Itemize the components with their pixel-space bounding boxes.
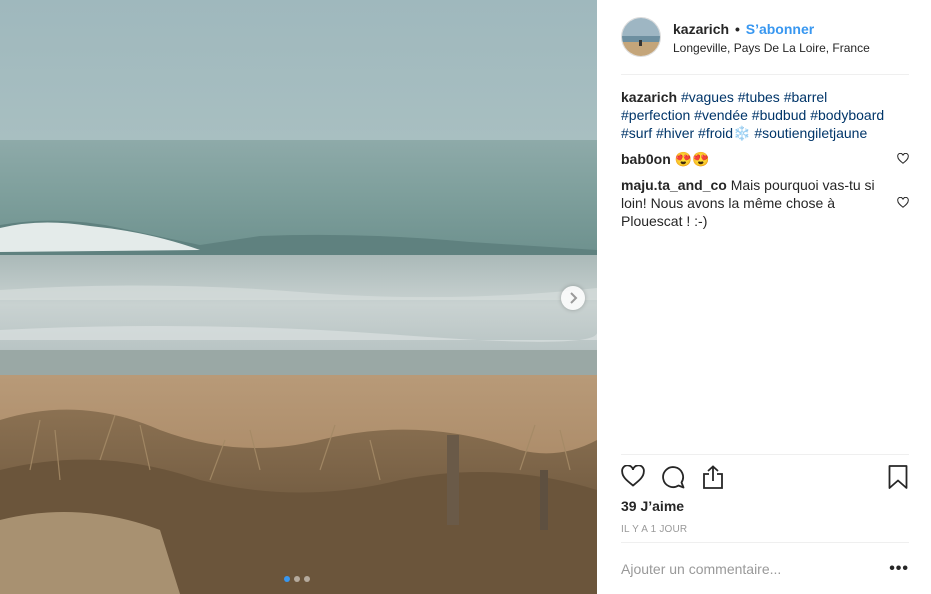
- hashtag[interactable]: #bodyboard: [810, 107, 884, 123]
- hashtag[interactable]: #vendée: [694, 107, 748, 123]
- more-options-button[interactable]: •••: [889, 561, 909, 577]
- bookmark-icon[interactable]: [888, 465, 908, 489]
- post-header: kazarich • S’abonner Longeville, Pays De…: [621, 17, 909, 75]
- heart-icon[interactable]: [621, 465, 645, 487]
- post-side-panel: kazarich • S’abonner Longeville, Pays De…: [597, 0, 931, 594]
- add-comment-bar: •••: [621, 542, 909, 594]
- hashtag[interactable]: #tubes: [738, 89, 780, 105]
- comment-like-heart-icon[interactable]: [897, 153, 909, 164]
- hashtag[interactable]: #soutiengiletjaune: [754, 125, 867, 141]
- carousel-indicator: [284, 576, 310, 582]
- comment-author[interactable]: maju.ta_and_co: [621, 177, 727, 193]
- carousel-dot: [304, 576, 310, 582]
- comments-list: kazarich #vagues #tubes #barrel #perfect…: [621, 88, 909, 238]
- hashtag[interactable]: #hiver: [656, 125, 694, 141]
- header-separator: •: [734, 21, 740, 37]
- share-icon[interactable]: [701, 465, 725, 489]
- action-bar: [621, 454, 909, 499]
- carousel-dot-active: [284, 576, 290, 582]
- comment-bubble-icon[interactable]: [661, 465, 685, 489]
- comment-text: 😍😍: [674, 151, 710, 167]
- hashtag[interactable]: #barrel: [784, 89, 828, 105]
- comment-item: maju.ta_and_co Mais pourquoi vas-tu si l…: [621, 176, 909, 230]
- post-timestamp: IL Y A 1 JOUR: [621, 524, 688, 535]
- comment-like-heart-icon[interactable]: [897, 197, 909, 208]
- hashtag[interactable]: #perfection: [621, 107, 690, 123]
- follow-button[interactable]: S’abonner: [746, 21, 814, 37]
- carousel-next-button[interactable]: [561, 286, 585, 310]
- post-location[interactable]: Longeville, Pays De La Loire, France: [673, 41, 870, 55]
- like-count[interactable]: 39 J’aime: [621, 498, 684, 514]
- post-username[interactable]: kazarich: [673, 21, 729, 37]
- beach-wave-photo: [0, 0, 597, 594]
- post-photo[interactable]: [0, 0, 597, 594]
- avatar[interactable]: [621, 17, 661, 57]
- hashtag[interactable]: #budbud: [752, 107, 807, 123]
- carousel-dot: [294, 576, 300, 582]
- comment-item: bab0on 😍😍: [621, 150, 909, 168]
- hashtag[interactable]: #froid❄️: [698, 125, 750, 141]
- caption: kazarich #vagues #tubes #barrel #perfect…: [621, 88, 909, 142]
- chevron-right-icon: [570, 292, 578, 304]
- comment-input[interactable]: [621, 561, 871, 577]
- comment-author[interactable]: bab0on: [621, 151, 671, 167]
- hashtag[interactable]: #surf: [621, 125, 652, 141]
- avatar-image: [622, 18, 660, 56]
- caption-author[interactable]: kazarich: [621, 89, 677, 105]
- hashtag[interactable]: #vagues: [681, 89, 734, 105]
